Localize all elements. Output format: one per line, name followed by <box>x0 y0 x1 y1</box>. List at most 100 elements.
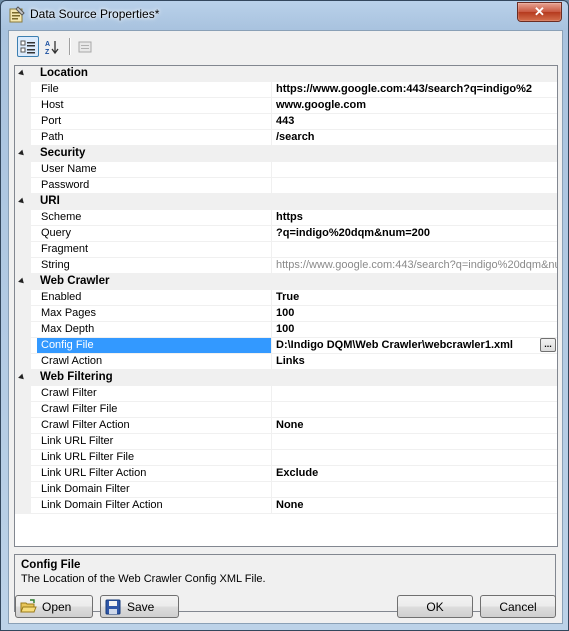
property-value[interactable]: https <box>273 210 557 225</box>
property-value[interactable]: ?q=indigo%20dqm&num=200 <box>273 226 557 241</box>
window-title: Data Source Properties* <box>30 7 160 21</box>
property-row[interactable]: Link URL Filter File <box>15 450 557 466</box>
title-bar[interactable]: Data Source Properties* ✕ <box>1 1 568 29</box>
property-name[interactable]: Crawl Filter Action <box>37 418 272 433</box>
property-value[interactable]: Links <box>273 354 557 369</box>
categorized-button[interactable] <box>17 36 39 57</box>
property-value[interactable]: https://www.google.com:443/search?q=indi… <box>273 258 557 273</box>
property-name[interactable]: Max Pages <box>37 306 272 321</box>
property-value[interactable]: /search <box>273 130 557 145</box>
ok-button-label: OK <box>426 599 444 614</box>
property-row[interactable]: Enabled True <box>15 290 557 306</box>
row-gutter <box>15 98 31 114</box>
property-row[interactable]: Link URL Filter <box>15 434 557 450</box>
property-name[interactable]: String <box>37 258 272 273</box>
description-title: Config File <box>21 559 81 571</box>
property-value[interactable]: 443 <box>273 114 557 129</box>
property-value[interactable] <box>273 386 557 401</box>
open-button[interactable]: Open <box>15 595 93 618</box>
property-value[interactable] <box>273 402 557 417</box>
property-pages-button[interactable] <box>74 36 96 57</box>
property-value[interactable]: True <box>273 290 557 305</box>
cancel-button[interactable]: Cancel <box>480 595 556 618</box>
property-row[interactable]: Path/search <box>15 130 557 146</box>
row-gutter <box>15 162 31 178</box>
property-row[interactable]: Host www.google.com <box>15 98 557 114</box>
property-grid[interactable]: Location File https://www.google.com:443/s… <box>14 65 558 547</box>
property-row[interactable]: Crawl Filter <box>15 386 557 402</box>
property-name[interactable]: Link Domain Filter <box>37 482 272 497</box>
close-button[interactable]: ✕ <box>517 2 562 22</box>
collapse-triangle-icon[interactable] <box>18 277 26 286</box>
category-row[interactable]: Security <box>15 146 557 162</box>
property-name[interactable]: Scheme <box>37 210 272 225</box>
property-row[interactable]: Crawl Action Links <box>15 354 557 370</box>
property-value[interactable] <box>273 482 557 497</box>
property-name[interactable]: Fragment <box>37 242 272 257</box>
property-row[interactable]: Password <box>15 178 557 194</box>
property-value[interactable] <box>273 162 557 177</box>
property-name[interactable]: File <box>37 82 272 97</box>
ok-button[interactable]: OK <box>397 595 473 618</box>
collapse-triangle-icon[interactable] <box>18 197 26 206</box>
property-value[interactable]: D:\Indigo DQM\Web Crawler\webcrawler1.xm… <box>273 338 539 353</box>
property-row[interactable]: Max Pages 100 <box>15 306 557 322</box>
property-row[interactable]: File https://www.google.com:443/search?q=… <box>15 82 557 98</box>
row-gutter <box>15 178 31 194</box>
alphabetical-button[interactable]: A Z <box>41 36 63 57</box>
property-name[interactable]: Link URL Filter Action <box>37 466 272 481</box>
save-button[interactable]: Save <box>100 595 179 618</box>
property-row[interactable]: User Name <box>15 162 557 178</box>
property-row[interactable]: Link URL Filter Action Exclude <box>15 466 557 482</box>
property-row[interactable]: Port 443 <box>15 114 557 130</box>
property-name[interactable]: Crawl Filter File <box>37 402 272 417</box>
collapse-triangle-icon[interactable] <box>18 373 26 382</box>
property-name[interactable]: Password <box>37 178 272 193</box>
property-row[interactable]: Max Depth 100 <box>15 322 557 338</box>
row-gutter <box>15 306 31 322</box>
property-name[interactable]: Config File <box>37 338 272 353</box>
property-name[interactable]: Link URL Filter <box>37 434 272 449</box>
property-name[interactable]: Port <box>37 114 272 129</box>
browse-ellipsis-button[interactable]: ... <box>540 338 556 352</box>
property-row[interactable]: String https://www.google.com:443/search?… <box>15 258 557 274</box>
property-name[interactable]: Host <box>37 98 272 113</box>
category-row[interactable]: Web Crawler <box>15 274 557 290</box>
property-name[interactable]: User Name <box>37 162 272 177</box>
property-row[interactable]: Link Domain Filter Action None <box>15 498 557 514</box>
property-name[interactable]: Crawl Filter <box>37 386 272 401</box>
property-value[interactable] <box>273 178 557 193</box>
category-row[interactable]: Location <box>15 66 557 82</box>
collapse-triangle-icon[interactable] <box>18 69 26 78</box>
property-value[interactable]: https://www.google.com:443/search?q=indi… <box>273 82 557 97</box>
property-name[interactable]: Crawl Action <box>37 354 272 369</box>
property-value[interactable]: 100 <box>273 322 557 337</box>
property-value[interactable] <box>273 434 557 449</box>
property-row[interactable]: Crawl Filter Action None <box>15 418 557 434</box>
property-row[interactable]: Crawl Filter File <box>15 402 557 418</box>
property-row[interactable]: Fragment <box>15 242 557 258</box>
property-row[interactable]: Scheme https <box>15 210 557 226</box>
category-label: Security <box>40 147 86 159</box>
property-row[interactable]: Query ?q=indigo%20dqm&num=200 <box>15 226 557 242</box>
property-value[interactable]: None <box>273 418 557 433</box>
property-value[interactable]: Exclude <box>273 466 557 481</box>
property-name[interactable]: Link URL Filter File <box>37 450 272 465</box>
row-gutter <box>15 418 31 434</box>
property-name[interactable]: Path <box>37 130 272 145</box>
row-gutter <box>15 338 31 354</box>
property-name[interactable]: Enabled <box>37 290 272 305</box>
property-value[interactable]: None <box>273 498 557 513</box>
property-name[interactable]: Query <box>37 226 272 241</box>
category-row[interactable]: URI <box>15 194 557 210</box>
property-value[interactable] <box>273 242 557 257</box>
collapse-triangle-icon[interactable] <box>18 149 26 158</box>
property-row[interactable]: Config File D:\Indigo DQM\Web Crawler\web… <box>15 338 557 354</box>
property-value[interactable]: 100 <box>273 306 557 321</box>
property-name[interactable]: Max Depth <box>37 322 272 337</box>
property-value[interactable]: www.google.com <box>273 98 557 113</box>
category-row[interactable]: Web Filtering <box>15 370 557 386</box>
property-name[interactable]: Link Domain Filter Action <box>37 498 272 513</box>
property-value[interactable] <box>273 450 557 465</box>
property-row[interactable]: Link Domain Filter <box>15 482 557 498</box>
